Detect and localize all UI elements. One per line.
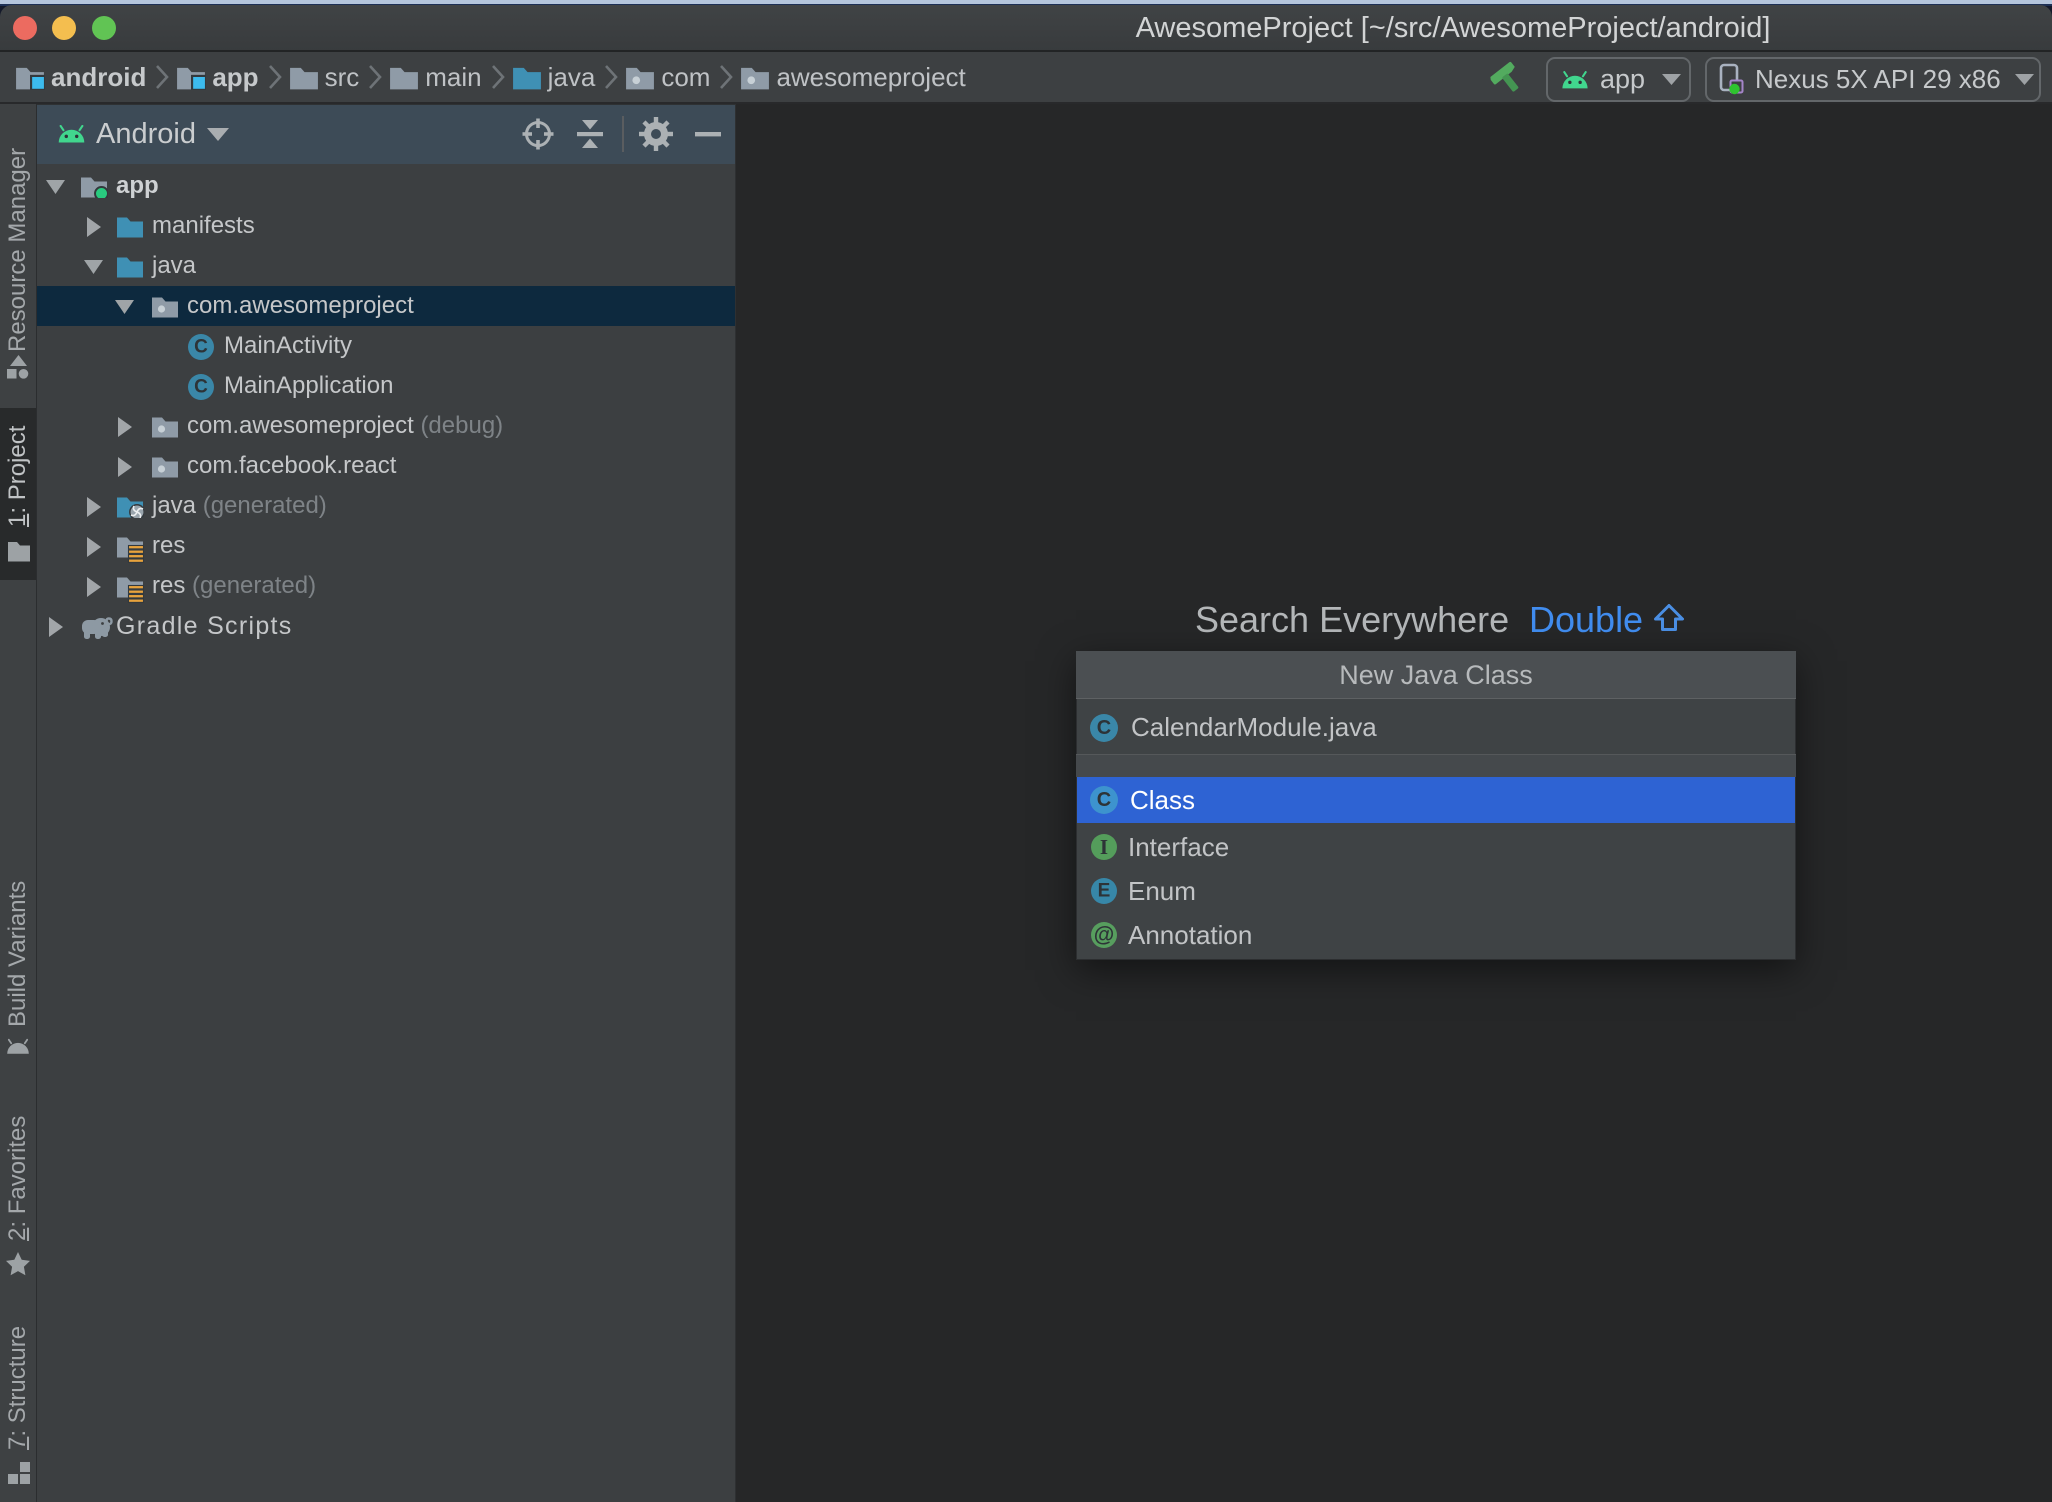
svg-text:E: E xyxy=(1098,881,1111,902)
svg-text:C: C xyxy=(1097,789,1111,811)
svg-text:C: C xyxy=(194,377,208,398)
svg-text:C: C xyxy=(194,337,208,358)
svg-text:C: C xyxy=(1097,717,1111,739)
svg-text:I: I xyxy=(1100,835,1108,859)
svg-text:@: @ xyxy=(1094,924,1114,947)
